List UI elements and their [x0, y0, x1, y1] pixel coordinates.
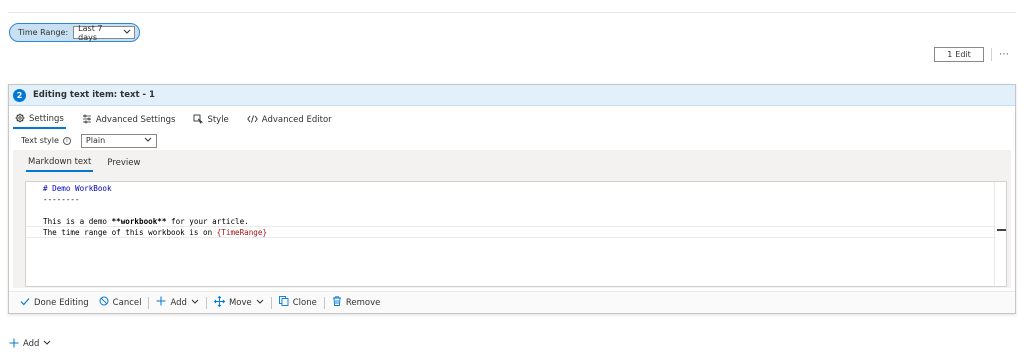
code-text: The time range of this workbook is on: [43, 228, 217, 237]
clone-button[interactable]: Clone: [274, 296, 322, 309]
time-range-value: Last 7 days: [78, 23, 103, 42]
code-text: This is a demo: [43, 217, 112, 226]
cancel-icon: [99, 296, 109, 309]
scrollbar-cursor-marker: [997, 229, 1006, 231]
gear-icon: [15, 113, 25, 126]
done-editing-button[interactable]: Done Editing: [15, 297, 94, 309]
done-editing-label: Done Editing: [34, 297, 89, 308]
code-bold-text: **workbook**: [111, 217, 167, 226]
code-line: The time range of this workbook is on {T…: [43, 227, 267, 238]
cancel-button[interactable]: Cancel: [94, 296, 147, 309]
editor-scrollbar[interactable]: [994, 182, 1006, 286]
content-panel: Markdown text Preview # Demo WorkBook --…: [13, 150, 1011, 288]
tab-settings[interactable]: Settings: [13, 111, 66, 129]
chevron-down-icon: [144, 136, 152, 145]
code-line: --------: [43, 195, 80, 204]
footer-divider: [270, 296, 272, 309]
editor-header: 2 Editing text item: text - 1: [9, 85, 1015, 106]
more-options-button[interactable]: ⋯: [997, 47, 1011, 62]
style-icon: [193, 114, 204, 127]
chevron-down-icon: [191, 298, 199, 308]
info-icon[interactable]: i: [62, 136, 71, 145]
tab-settings-label: Settings: [29, 114, 64, 124]
chevron-down-icon: [43, 339, 51, 349]
add-item-button[interactable]: Add: [9, 337, 51, 351]
edit-count: 1: [947, 50, 953, 59]
text-style-dropdown[interactable]: Plain: [80, 133, 157, 148]
footer-divider: [323, 296, 325, 309]
chevron-down-icon: [256, 298, 264, 308]
remove-label: Remove: [345, 297, 381, 308]
footer-divider: [205, 296, 207, 309]
code-line: # Demo WorkBook: [43, 184, 112, 193]
time-range-label: Time Range:: [18, 28, 69, 37]
tab-markdown-text[interactable]: Markdown text: [26, 154, 94, 172]
edit-button[interactable]: 1 Edit: [934, 47, 984, 62]
top-divider: [8, 12, 1016, 13]
move-label: Move: [228, 297, 252, 308]
move-button[interactable]: Move: [209, 295, 269, 310]
cancel-label: Cancel: [112, 297, 142, 308]
tab-advanced-settings[interactable]: Advanced Settings: [80, 111, 178, 129]
move-icon: [213, 295, 226, 310]
add-item-label: Add: [23, 339, 40, 349]
tab-style[interactable]: Style: [191, 111, 230, 129]
clone-label: Clone: [292, 297, 317, 308]
time-range-parameter[interactable]: Time Range: Last 7 days: [9, 23, 140, 42]
code-line: This is a demo **workbook** for your art…: [43, 216, 249, 227]
code-text: for your article.: [166, 217, 249, 226]
tab-advanced-editor-label: Advanced Editor: [261, 115, 332, 125]
plus-icon: [156, 296, 166, 309]
editor-header-title: Editing text item: text - 1: [33, 90, 155, 100]
editor-footer-toolbar: Done Editing Cancel Add Move Clone Remov…: [9, 291, 1015, 313]
tab-preview[interactable]: Preview: [105, 154, 142, 172]
text-style-row: Text style i Plain: [21, 133, 157, 148]
add-button[interactable]: Add: [151, 296, 203, 309]
editor-tabs: Settings Advanced Settings Style Advance…: [13, 111, 348, 129]
content-tabs: Markdown text Preview: [26, 154, 154, 172]
step-number-badge: 2: [13, 88, 26, 102]
tab-advanced-editor[interactable]: Advanced Editor: [245, 111, 334, 129]
tab-advanced-settings-label: Advanced Settings: [95, 115, 176, 125]
sliders-icon: [82, 114, 92, 127]
check-icon: [20, 297, 30, 309]
text-item-editor: 2 Editing text item: text - 1 Settings A…: [8, 84, 1016, 314]
toolbar-divider: [991, 48, 992, 61]
clone-icon: [278, 296, 289, 309]
time-range-dropdown[interactable]: Last 7 days: [73, 23, 136, 42]
trash-icon: [332, 296, 342, 309]
edit-label: Edit: [955, 50, 971, 59]
footer-divider: [148, 296, 150, 309]
code-parameter-token: {TimeRange}: [216, 228, 268, 237]
tab-style-label: Style: [207, 115, 229, 125]
text-style-label: Text style: [21, 136, 59, 145]
code-icon: [247, 114, 258, 127]
markdown-code-editor[interactable]: # Demo WorkBook -------- This is a demo …: [25, 181, 1007, 287]
plus-icon: [9, 337, 19, 351]
chevron-down-icon: [123, 28, 131, 37]
text-style-value: Plain: [85, 136, 106, 145]
remove-button[interactable]: Remove: [327, 296, 386, 309]
add-label: Add: [170, 297, 187, 308]
